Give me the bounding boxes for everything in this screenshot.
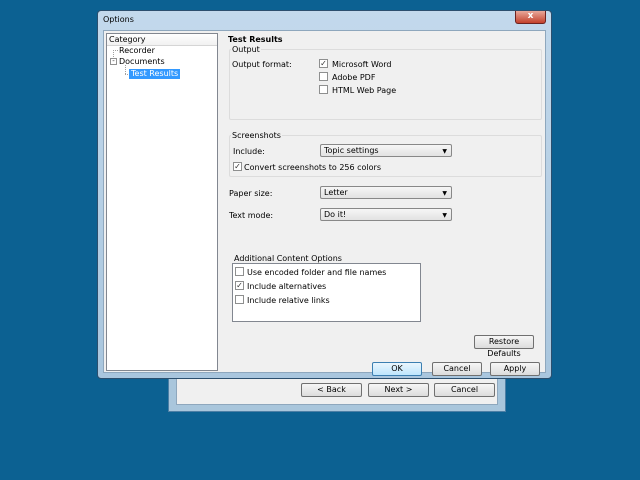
encoded-names-checkbox[interactable] xyxy=(235,267,244,276)
tree-item-recorder[interactable]: Recorder xyxy=(119,46,155,56)
paper-size-dropdown[interactable]: Letter ▼ xyxy=(320,186,452,199)
output-format-label: Output format: xyxy=(232,60,292,69)
microsoft-word-checkbox[interactable]: ✓ xyxy=(319,59,328,68)
restore-defaults-button[interactable]: Restore Defaults xyxy=(474,335,534,358)
tree-item-test-results[interactable]: Test Results xyxy=(129,69,181,79)
ok-button[interactable]: OK xyxy=(372,362,422,376)
wizard-cancel-button[interactable]: Cancel xyxy=(434,383,495,397)
close-icon: x xyxy=(527,11,534,21)
output-group-label: Output xyxy=(231,45,261,54)
text-mode-value: Do it! xyxy=(324,210,347,219)
back-button[interactable]: < Back xyxy=(301,383,362,397)
category-tree[interactable]: Category Recorder - Documents Test Resul… xyxy=(106,33,218,371)
additional-options-label: Additional Content Options xyxy=(234,254,342,263)
tree-item-documents[interactable]: Documents xyxy=(119,57,165,67)
category-header: Category xyxy=(107,34,217,46)
encoded-names-label: Use encoded folder and file names xyxy=(247,268,387,277)
text-mode-label: Text mode: xyxy=(229,211,274,220)
panel-title: Test Results xyxy=(228,35,283,44)
html-web-page-label: HTML Web Page xyxy=(332,86,397,95)
chevron-down-icon: ▼ xyxy=(442,212,447,219)
dialog-client-area: Category Recorder - Documents Test Resul… xyxy=(103,30,546,376)
relative-links-checkbox[interactable] xyxy=(235,295,244,304)
collapse-icon[interactable]: - xyxy=(110,58,117,65)
check-icon: ✓ xyxy=(320,59,327,68)
apply-button[interactable]: Apply xyxy=(490,362,540,376)
text-mode-dropdown[interactable]: Do it! ▼ xyxy=(320,208,452,221)
include-alternatives-label: Include alternatives xyxy=(247,282,327,291)
dialog-title: Options xyxy=(103,15,134,24)
title-bar[interactable]: Options x xyxy=(98,11,551,29)
chevron-down-icon: ▼ xyxy=(442,148,447,155)
paper-size-value: Letter xyxy=(324,188,348,197)
convert-256-colors-label: Convert screenshots to 256 colors xyxy=(244,163,382,172)
adobe-pdf-checkbox[interactable] xyxy=(319,72,328,81)
check-icon: ✓ xyxy=(236,281,243,290)
next-button[interactable]: Next > xyxy=(368,383,429,397)
options-dialog: Options x Category Recorder - Documents … xyxy=(97,10,552,379)
include-dropdown[interactable]: Topic settings ▼ xyxy=(320,144,452,157)
additional-options-list[interactable]: Use encoded folder and file names ✓ Incl… xyxy=(232,263,421,322)
microsoft-word-label: Microsoft Word xyxy=(332,60,392,69)
include-value: Topic settings xyxy=(324,146,379,155)
include-alternatives-checkbox[interactable]: ✓ xyxy=(235,281,244,290)
convert-256-colors-checkbox[interactable]: ✓ xyxy=(233,162,242,171)
relative-links-label: Include relative links xyxy=(247,296,330,305)
include-label: Include: xyxy=(233,147,265,156)
close-button[interactable]: x xyxy=(515,11,546,24)
html-web-page-checkbox[interactable] xyxy=(319,85,328,94)
chevron-down-icon: ▼ xyxy=(442,190,447,197)
screenshots-group-label: Screenshots xyxy=(231,131,282,140)
adobe-pdf-label: Adobe PDF xyxy=(332,73,376,82)
paper-size-label: Paper size: xyxy=(229,189,273,198)
check-icon: ✓ xyxy=(234,162,241,171)
cancel-button[interactable]: Cancel xyxy=(432,362,482,376)
